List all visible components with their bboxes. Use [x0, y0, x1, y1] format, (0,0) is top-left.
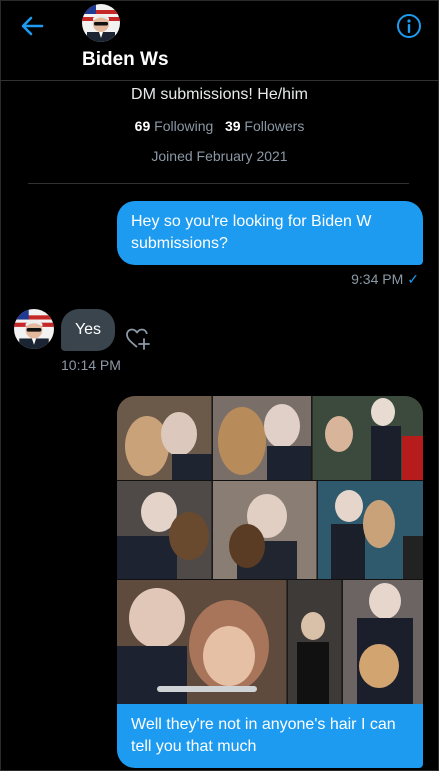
- followers-label: Followers: [244, 118, 305, 134]
- arrow-left-icon[interactable]: [18, 12, 46, 40]
- profile-stats: 69 Following 39 Followers: [0, 118, 439, 134]
- avatar[interactable]: [82, 4, 120, 42]
- conversation-header: Biden Ws: [0, 0, 439, 81]
- following-count: 69: [134, 118, 151, 134]
- collage-image: [117, 396, 423, 704]
- photo-collage[interactable]: [117, 396, 423, 704]
- contact-name: Biden Ws: [82, 49, 169, 70]
- message-timestamp: 9:34 PM ✓: [351, 271, 419, 288]
- timestamp-text: 9:34 PM: [351, 271, 404, 287]
- check-icon: ✓: [407, 271, 419, 287]
- received-message-bubble[interactable]: Yes: [61, 309, 115, 351]
- media-caption[interactable]: Well they're not in anyone's hair I can …: [117, 704, 423, 768]
- divider: [28, 183, 409, 184]
- info-circle-icon[interactable]: [396, 13, 422, 39]
- following-label: Following: [154, 118, 214, 134]
- followers-link[interactable]: 39 Followers: [225, 118, 304, 134]
- joined-date: Joined February 2021: [151, 148, 288, 164]
- followers-count: 39: [224, 118, 241, 134]
- message-timestamp: 10:14 PM: [61, 357, 121, 373]
- sent-message-bubble[interactable]: Hey so you're looking for Biden W submis…: [117, 201, 423, 265]
- avatar[interactable]: [14, 309, 54, 349]
- avatar-image: [82, 4, 120, 42]
- avatar-image: [14, 309, 54, 349]
- heart-plus-icon[interactable]: [125, 326, 151, 352]
- following-link[interactable]: 69 Following: [135, 118, 214, 134]
- profile-bio: DM submissions! He/him: [131, 86, 308, 103]
